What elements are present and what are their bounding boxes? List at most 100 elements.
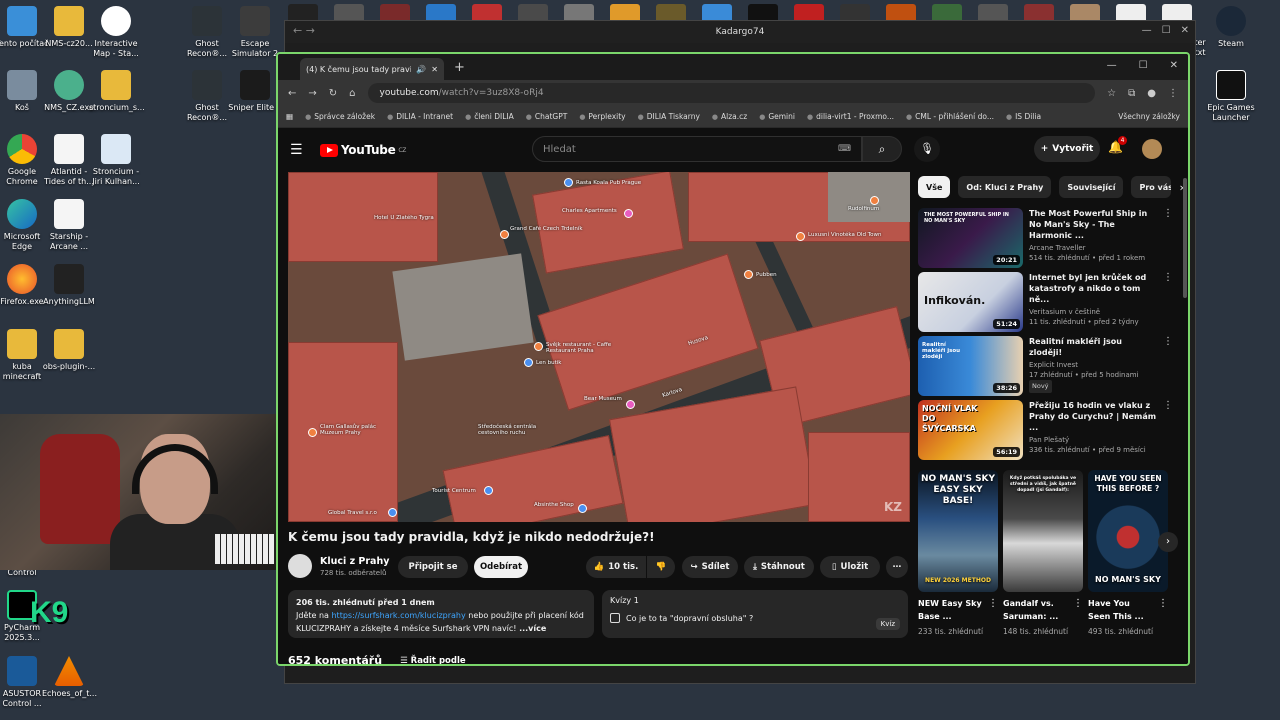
quiz-button[interactable]: Kvíz	[875, 618, 900, 630]
desktop-icon-nms-exe[interactable]: NMS_CZ.exe	[42, 70, 96, 113]
desktop-icon-map[interactable]: Interactive Map - Sta...	[89, 6, 143, 59]
video-thumbnail[interactable]: THE MOST POWERFUL SHIP IN NO MAN'S SKY 2…	[918, 208, 1023, 268]
bookmark-item[interactable]: DILIA - Intranet	[387, 112, 453, 121]
download-button[interactable]: ⤓ Stáhnout	[744, 556, 814, 578]
map-pin[interactable]	[870, 196, 879, 205]
map-pin[interactable]	[534, 342, 543, 351]
short-thumbnail[interactable]: HAVE YOU SEEN THIS BEFORE ? NO MAN'S SKY	[1088, 470, 1168, 592]
video-title[interactable]: Realitní makléři jsou zloději!	[1029, 336, 1157, 358]
create-button[interactable]: + Vytvořit	[1034, 136, 1100, 162]
desktop-icon-folder[interactable]: NMS-cz20...	[42, 6, 96, 49]
sort-button[interactable]: ☰ Řadit podle	[400, 656, 466, 665]
reload-icon[interactable]: ↻	[329, 88, 337, 99]
desktop-icon-epic[interactable]: Epic Games Launcher	[1204, 70, 1258, 123]
map-pin[interactable]	[796, 232, 805, 241]
more-options-icon[interactable]: ⋮	[1073, 598, 1083, 609]
chip-for-you[interactable]: Pro vás	[1131, 176, 1172, 198]
short-title[interactable]: Have You Seen This ...	[1088, 597, 1154, 623]
shorts-next-button[interactable]: ›	[1158, 532, 1178, 552]
bookmark-item[interactable]: Gemini	[759, 112, 795, 121]
bookmark-item[interactable]: členi DILIA	[465, 112, 514, 121]
short-title[interactable]: Gandalf vs. Saruman: ...	[1003, 597, 1069, 623]
page-scrollbar[interactable]	[1183, 178, 1187, 298]
bookmark-item[interactable]: CML - přihlášení do...	[906, 112, 994, 121]
desktop-icon-folder[interactable]: stroncium_s...	[89, 70, 145, 113]
short-item[interactable]: HAVE YOU SEEN THIS BEFORE ? NO MAN'S SKY…	[1088, 470, 1168, 637]
desktop-icon-game[interactable]: Ghost Recon®...	[180, 70, 234, 123]
menu-dots-icon[interactable]: ⋮	[1168, 88, 1178, 99]
channel-avatar[interactable]	[288, 554, 312, 578]
maximize-icon[interactable]: ☐	[1139, 60, 1148, 71]
tab-youtube[interactable]: (4) K čemu jsou tady pravid 🔊 ✕	[278, 58, 444, 135]
video-title[interactable]: Přežiju 16 hodin ve vlaku z Prahy do Cur…	[1029, 400, 1157, 433]
dislike-button[interactable]: 👎	[647, 556, 675, 578]
more-options-icon[interactable]: ⋮	[1163, 272, 1173, 332]
desktop-icon-document[interactable]: Starship - Arcane ...	[42, 199, 96, 252]
address-bar[interactable]: youtube.com/watch?v=3uz8X8-oRj4	[367, 83, 1096, 103]
search-button[interactable]: ⌕	[862, 136, 902, 162]
back-icon[interactable]: ←	[288, 88, 296, 99]
quiz-question-row[interactable]: Co je to ta "dopravní obsluha" ?	[610, 613, 900, 623]
desktop-icon-game[interactable]: Escape Simulator 2	[228, 6, 282, 59]
video-thumbnail[interactable]: Realitní makléři jsou zloději 38:26	[918, 336, 1023, 396]
more-options-icon[interactable]: ⋮	[1163, 336, 1173, 396]
map-pin[interactable]	[500, 230, 509, 239]
map-pin[interactable]	[626, 400, 635, 409]
save-button[interactable]: ▯ Uložit	[820, 556, 880, 578]
video-thumbnail[interactable]: NOČNÍ VLAK DO ŠVÝCARSKA 56:19	[918, 400, 1023, 460]
bookmark-item[interactable]: Správce záložek	[305, 112, 375, 121]
chip-related[interactable]: Související	[1059, 176, 1124, 198]
bookmark-item[interactable]: Perplexity	[579, 112, 625, 121]
recommended-video[interactable]: Infikován. 51:24 Internet byl jen krůček…	[918, 272, 1173, 332]
map-pin[interactable]	[564, 178, 573, 187]
map-pin[interactable]	[744, 270, 753, 279]
video-thumbnail[interactable]: Infikován. 51:24	[918, 272, 1023, 332]
more-options-icon[interactable]: ⋮	[1163, 208, 1173, 268]
more-options-icon[interactable]: ⋮	[988, 598, 998, 609]
share-button[interactable]: ↪ Sdílet	[682, 556, 738, 578]
map-pin[interactable]	[524, 358, 533, 367]
chip-channel[interactable]: Od: Kluci z Prahy	[958, 176, 1052, 198]
like-button[interactable]: 👍 10 tis.	[586, 556, 646, 578]
tab-close-icon[interactable]: ✕	[431, 65, 438, 74]
minimize-icon[interactable]: —	[1142, 25, 1152, 36]
short-thumbnail[interactable]: Když potkáš spolubáka ve střední a vidíš…	[1003, 470, 1083, 592]
avatar[interactable]	[1142, 139, 1162, 159]
hamburger-menu-icon[interactable]: ☰	[290, 142, 310, 158]
bookmark-item[interactable]: ChatGPT	[526, 112, 567, 121]
video-title[interactable]: Internet byl jen krůček od katastrofy a …	[1029, 272, 1157, 305]
video-player[interactable]: Rasta Koala Pub Prague Charles Apartment…	[288, 172, 910, 522]
voice-search-button[interactable]: 🎙	[914, 136, 940, 162]
map-pin[interactable]	[308, 428, 317, 437]
map-pin[interactable]	[484, 486, 493, 495]
more-options-icon[interactable]: ⋮	[1158, 598, 1168, 609]
map-pin[interactable]	[624, 209, 633, 218]
subscribe-button[interactable]: Odebírat	[474, 556, 528, 578]
bookmark-star-icon[interactable]: ☆	[1107, 88, 1116, 99]
bookmark-item[interactable]: DILIA Tiskarny	[638, 112, 700, 121]
more-options-icon[interactable]: ⋮	[1163, 400, 1173, 460]
close-icon[interactable]: ✕	[1170, 60, 1178, 71]
speaker-icon[interactable]: 🔊	[416, 65, 426, 74]
keyboard-icon[interactable]: ⌨	[838, 144, 851, 154]
short-item[interactable]: Když potkáš spolubáka ve střední a vidíš…	[1003, 470, 1083, 637]
recommended-video[interactable]: NOČNÍ VLAK DO ŠVÝCARSKA 56:19 Přežiju 16…	[918, 400, 1173, 460]
youtube-logo[interactable]: YouTube CZ	[320, 143, 406, 157]
maximize-icon[interactable]: ☐	[1162, 25, 1171, 36]
short-title[interactable]: NEW Easy Sky Base ...	[918, 597, 984, 623]
minimize-icon[interactable]: —	[1107, 60, 1117, 71]
bookmark-item[interactable]: IS Dilia	[1006, 112, 1041, 121]
join-button[interactable]: Připojit se	[398, 556, 468, 578]
sponsor-link[interactable]: https://surfshark.com/klucizprahy	[331, 611, 465, 620]
desktop-icon-steam[interactable]: Steam	[1204, 6, 1258, 49]
channel-name[interactable]: Kluci z Prahy	[320, 556, 389, 567]
show-more-link[interactable]: ...více	[519, 624, 546, 633]
recommended-video[interactable]: THE MOST POWERFUL SHIP IN NO MAN'S SKY 2…	[918, 208, 1173, 268]
desktop-icon-anythingllm[interactable]: AnythingLLM	[42, 264, 96, 307]
desktop-icon-folder[interactable]: obs-plugin-...	[42, 329, 96, 372]
bookmark-item[interactable]: Alza.cz	[712, 112, 747, 121]
desktop-icon-document[interactable]: Stroncium - Jiri Kulhan...	[89, 134, 143, 187]
new-tab-button[interactable]: +	[454, 60, 465, 75]
back-arrow-icon[interactable]: ← →	[293, 24, 315, 37]
extensions-icon[interactable]: ⧉	[1128, 88, 1135, 99]
